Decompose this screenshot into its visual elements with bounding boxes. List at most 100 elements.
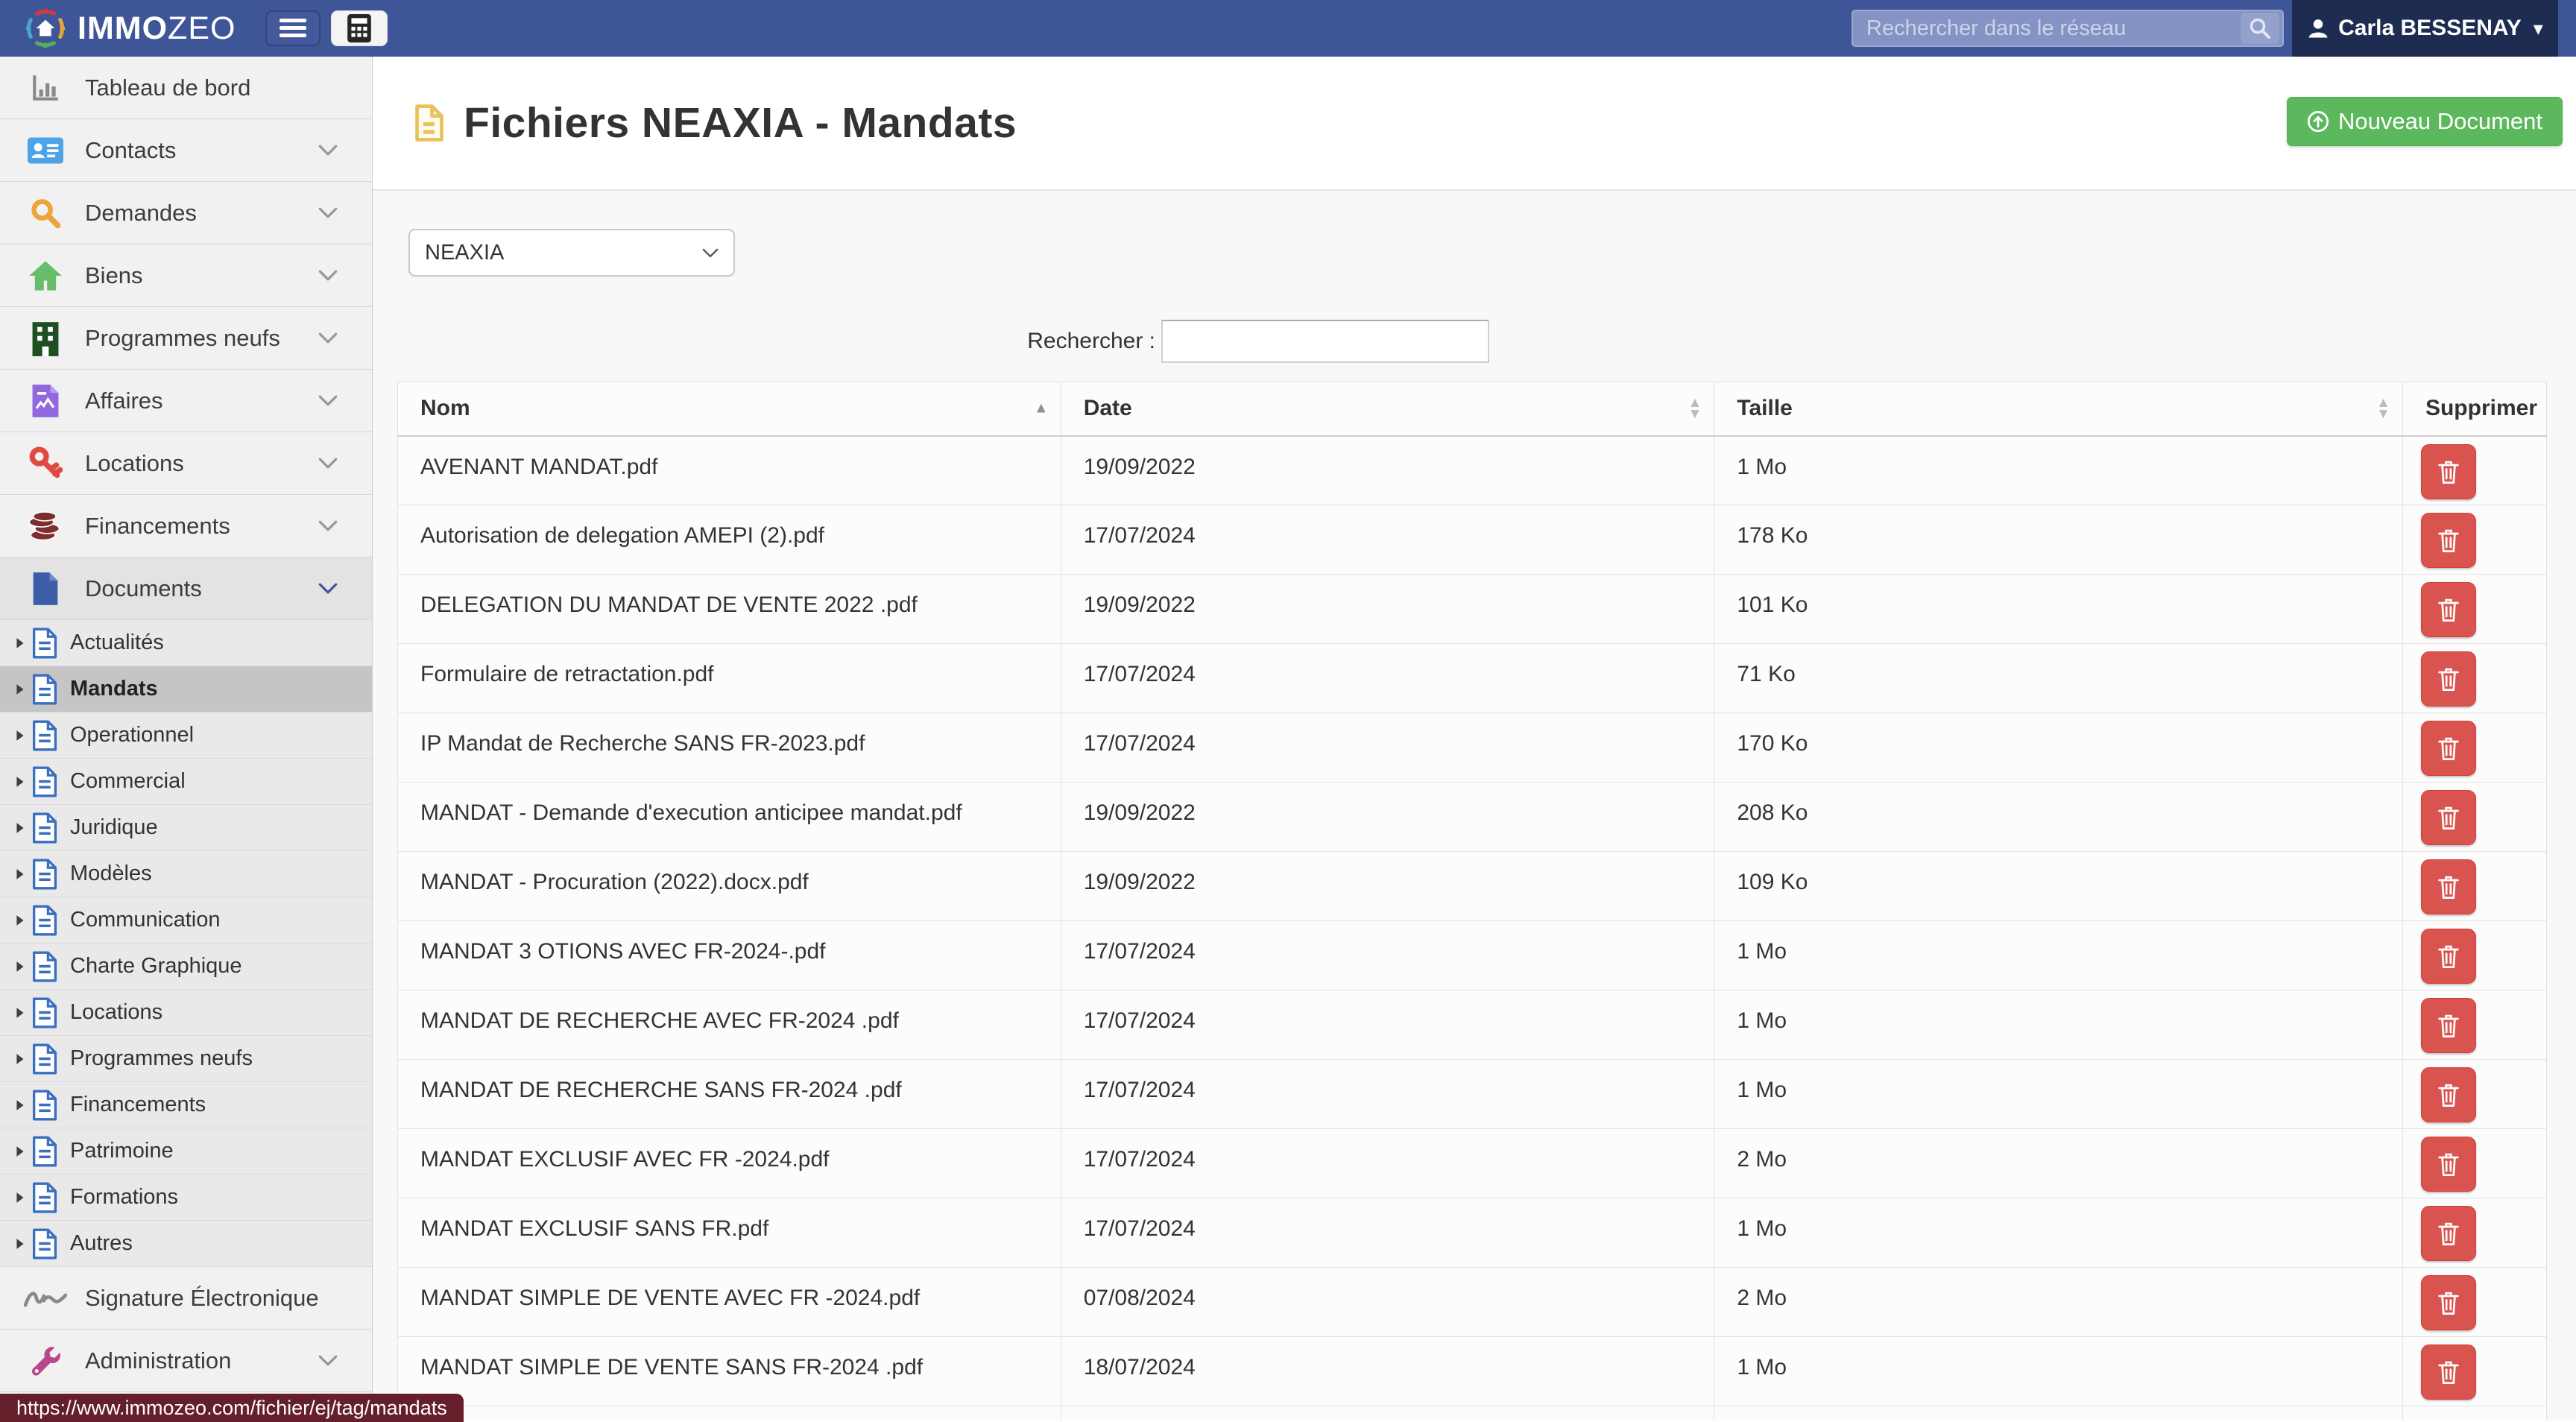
submenu-item-modeles[interactable]: Modèles: [0, 851, 372, 897]
status-url-tooltip: https://www.immozeo.com/fichier/ej/tag/m…: [0, 1394, 464, 1422]
submenu-item-label: Locations: [70, 1000, 162, 1025]
submenu-item-formations[interactable]: Formations: [0, 1175, 372, 1221]
submenu-item-label: Charte Graphique: [70, 954, 242, 979]
trash-icon: [2437, 735, 2460, 762]
sidebar-item-locations[interactable]: Locations: [0, 432, 372, 495]
delete-button[interactable]: [2421, 1275, 2476, 1330]
file-name-cell: MANDAT SIMPLE DE VENTE SANS FR-2024 .pdf: [398, 1337, 1061, 1406]
file-size-cell: 109 Ko: [1714, 852, 2403, 921]
agency-select-value: NEAXIA: [425, 241, 504, 265]
sidebar-item-affaires[interactable]: Affaires: [0, 370, 372, 432]
caret-right-icon: [12, 868, 28, 880]
delete-button[interactable]: [2421, 444, 2476, 499]
menu-toggle-button[interactable]: [265, 10, 321, 46]
key-icon: [24, 446, 67, 481]
file-size-cell: 1 Mo: [1714, 1337, 2403, 1406]
submenu-item-juridique[interactable]: Juridique: [0, 805, 372, 851]
delete-button[interactable]: [2421, 582, 2476, 637]
submenu-item-mandats[interactable]: Mandats: [0, 666, 372, 712]
file-size-cell: 71 Ko: [1714, 644, 2403, 713]
table-row: MANDAT DE RECHERCHE AVEC FR-2024 .pdf17/…: [398, 990, 2547, 1060]
delete-button[interactable]: [2421, 513, 2476, 568]
file-name-cell: MANDAT - Demande d'execution anticipee m…: [398, 783, 1061, 852]
search-icon[interactable]: [2241, 13, 2279, 44]
calculator-button[interactable]: [331, 10, 388, 46]
doc-outline-icon: [28, 859, 61, 890]
submenu-item-charte-graphique[interactable]: Charte Graphique: [0, 944, 372, 990]
files-table: Nom▲ Date▲▼ Taille▲▼ Supprimer AVENANT M…: [397, 382, 2547, 1421]
file-size-cell: 101 Ko: [1714, 575, 2403, 644]
new-document-button[interactable]: Nouveau Document: [2287, 97, 2563, 146]
caret-right-icon: [12, 776, 28, 788]
delete-button[interactable]: [2421, 1206, 2476, 1261]
doc-outline-icon: [28, 905, 61, 936]
user-icon: [2307, 17, 2329, 40]
column-label: Supprimer: [2425, 396, 2537, 420]
sidebar-item-administration[interactable]: Administration: [0, 1330, 372, 1392]
sidebar-item-financements[interactable]: Financements: [0, 495, 372, 557]
chevron-down-icon: [306, 458, 350, 469]
chevron-down-icon: [306, 332, 350, 344]
file-date-cell: 17/07/2024: [1061, 713, 1714, 783]
submenu-item-label: Modèles: [70, 862, 152, 886]
submenu-item-operationnel[interactable]: Operationnel: [0, 712, 372, 759]
caret-right-icon: [12, 822, 28, 834]
file-date-cell: 17/07/2024: [1061, 1198, 1714, 1268]
sidebar-item-signature-electronique[interactable]: Signature Électronique: [0, 1267, 372, 1330]
file-size-cell: 1 Mo: [1714, 1198, 2403, 1268]
column-header-nom[interactable]: Nom▲: [398, 382, 1061, 436]
file-date-cell: 18/07/2024: [1061, 1337, 1714, 1406]
submenu-item-locations[interactable]: Locations: [0, 990, 372, 1036]
delete-button[interactable]: [2421, 721, 2476, 776]
submenu-item-patrimoine[interactable]: Patrimoine: [0, 1128, 372, 1175]
file-date-cell: 19/09/2022: [1061, 575, 1714, 644]
sort-both-icon: ▲▼: [1688, 397, 1702, 420]
chevron-down-icon: [306, 207, 350, 218]
file-size-cell: 1 Mo: [1714, 921, 2403, 990]
column-header-date[interactable]: Date▲▼: [1061, 382, 1714, 436]
submenu-item-financements[interactable]: Financements: [0, 1082, 372, 1128]
file-name-cell: MANDAT - Procuration (2022).docx.pdf: [398, 852, 1061, 921]
submenu-item-communication[interactable]: Communication: [0, 897, 372, 944]
delete-cell: [2402, 505, 2546, 575]
file-date-cell: 07/08/2024: [1061, 1268, 1714, 1337]
table-header-row: Nom▲ Date▲▼ Taille▲▼ Supprimer: [398, 382, 2547, 436]
sidebar-item-programmes-neufs[interactable]: Programmes neufs: [0, 307, 372, 370]
delete-button[interactable]: [2421, 929, 2476, 984]
delete-button[interactable]: [2421, 1067, 2476, 1122]
submenu-item-label: Actualités: [70, 631, 164, 655]
delete-cell: [2402, 990, 2546, 1060]
delete-button[interactable]: [2421, 859, 2476, 914]
delete-button[interactable]: [2421, 998, 2476, 1053]
submenu-item-commercial[interactable]: Commercial: [0, 759, 372, 805]
page-title: Fichiers NEAXIA - Mandats: [464, 98, 1017, 148]
submenu-item-actualites[interactable]: Actualités: [0, 620, 372, 666]
network-search-input[interactable]: [1853, 11, 2241, 45]
file-date-cell: 19/09/2022: [1061, 852, 1714, 921]
submenu-item-autres[interactable]: Autres: [0, 1221, 372, 1267]
caret-right-icon: [12, 1053, 28, 1065]
table-search-input[interactable]: [1161, 320, 1489, 363]
blue-document-icon: [24, 571, 67, 607]
delete-button[interactable]: [2421, 1344, 2476, 1400]
file-name-cell: IP Mandat de Recherche SANS FR-2023.pdf: [398, 713, 1061, 783]
agency-select[interactable]: NEAXIA: [408, 229, 735, 276]
column-header-taille[interactable]: Taille▲▼: [1714, 382, 2403, 436]
brand-wordmark: IMMOZEO: [78, 10, 236, 47]
submenu-item-programmes-neufs[interactable]: Programmes neufs: [0, 1036, 372, 1082]
delete-button[interactable]: [2421, 651, 2476, 707]
caret-right-icon: [12, 961, 28, 973]
sidebar-item-tableau-de-bord[interactable]: Tableau de bord: [0, 57, 372, 119]
hamburger-icon: [280, 19, 306, 38]
delete-button[interactable]: [2421, 790, 2476, 845]
sidebar-item-contacts[interactable]: Contacts: [0, 119, 372, 182]
files-table-body: AVENANT MANDAT.pdf19/09/20221 MoAutorisa…: [398, 436, 2547, 1421]
sidebar-item-documents[interactable]: Documents: [0, 557, 372, 620]
sidebar-nav: Tableau de bordContactsDemandesBiensProg…: [0, 57, 373, 1422]
sidebar-item-demandes[interactable]: Demandes: [0, 182, 372, 244]
delete-button[interactable]: [2421, 1137, 2476, 1192]
app-window: IMMOZEO Carla BESSENAY ▾ Tableau de bord…: [0, 0, 2576, 1422]
user-menu[interactable]: Carla BESSENAY ▾: [2292, 0, 2558, 57]
sidebar-item-biens[interactable]: Biens: [0, 244, 372, 307]
caret-right-icon: [12, 730, 28, 742]
